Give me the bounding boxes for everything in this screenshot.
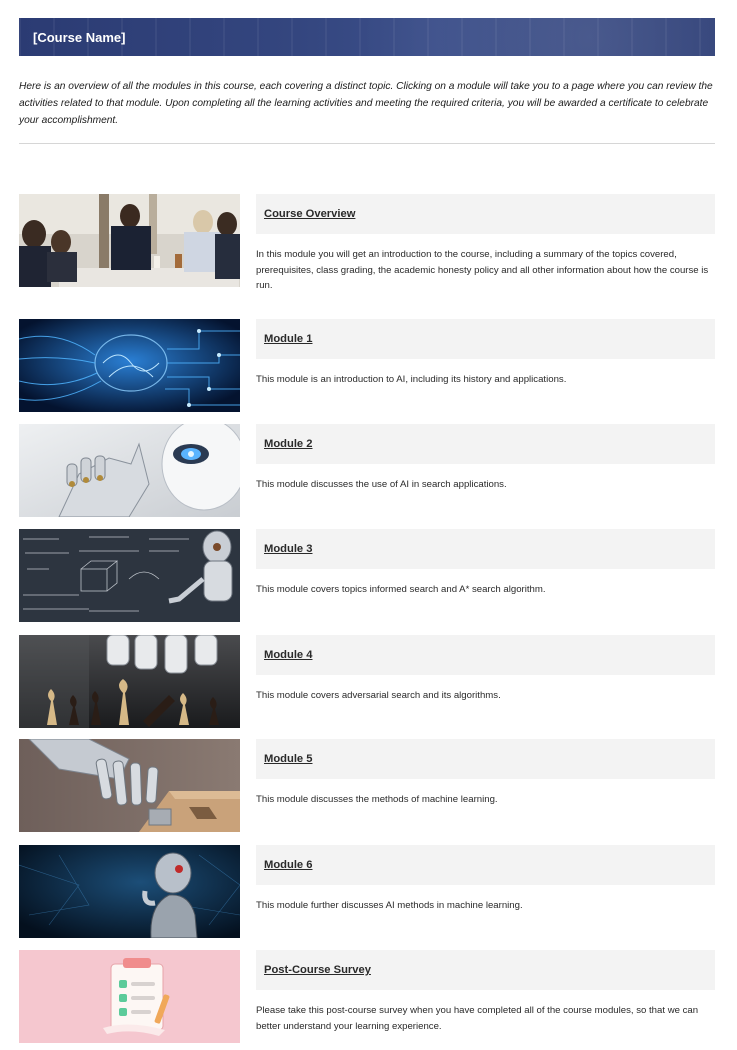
course-intro-text: Here is an overview of all the modules i… bbox=[19, 81, 713, 126]
module-4-title-box: Module 4 bbox=[256, 635, 715, 675]
module-2-title-box: Module 2 bbox=[256, 424, 715, 464]
module-1-link[interactable]: Module 1 bbox=[264, 333, 312, 345]
module-card-2: Module 2 This module discusses the use o… bbox=[19, 424, 715, 517]
module-1-description: This module is an introduction to AI, in… bbox=[256, 374, 567, 385]
module-5-description: This module discusses the methods of mac… bbox=[256, 794, 498, 805]
module-card-post-course-survey: Post-Course Survey Please take this post… bbox=[19, 950, 715, 1043]
module-6-description: This module further discusses AI methods… bbox=[256, 900, 523, 911]
module-card-3: Module 3 This module covers topics infor… bbox=[19, 529, 715, 622]
post-course-survey-title-box: Post-Course Survey bbox=[256, 950, 715, 990]
post-course-survey-link[interactable]: Post-Course Survey bbox=[264, 964, 371, 976]
module-card-5: Module 5 This module discusses the metho… bbox=[19, 739, 715, 832]
module-5-title-box: Module 5 bbox=[256, 739, 715, 779]
module-4-description: This module covers adversarial search an… bbox=[256, 690, 501, 701]
post-course-survey-image[interactable] bbox=[19, 950, 240, 1043]
module-4-image[interactable] bbox=[19, 635, 240, 728]
course-header-banner: [Course Name] bbox=[19, 18, 715, 56]
module-6-title-box: Module 6 bbox=[256, 845, 715, 885]
section-divider bbox=[19, 143, 715, 144]
module-3-title-box: Module 3 bbox=[256, 529, 715, 569]
module-3-link[interactable]: Module 3 bbox=[264, 543, 312, 555]
course-overview-title-box: Course Overview bbox=[256, 194, 715, 234]
module-1-image[interactable] bbox=[19, 319, 240, 412]
post-course-survey-description: Please take this post-course survey when… bbox=[256, 1005, 699, 1032]
module-card-course-overview: Course Overview In this module you will … bbox=[19, 194, 715, 291]
module-2-link[interactable]: Module 2 bbox=[264, 438, 312, 450]
course-overview-image[interactable] bbox=[19, 194, 240, 287]
course-overview-link[interactable]: Course Overview bbox=[264, 208, 355, 220]
course-overview-description: In this module you will get an introduct… bbox=[256, 249, 709, 291]
module-card-1: Module 1 This module is an introduction … bbox=[19, 319, 715, 412]
module-4-link[interactable]: Module 4 bbox=[264, 649, 312, 661]
module-3-description: This module covers topics informed searc… bbox=[256, 584, 546, 595]
module-2-image[interactable] bbox=[19, 424, 240, 517]
module-2-description: This module discusses the use of AI in s… bbox=[256, 479, 507, 490]
module-card-6: Module 6 This module further discusses A… bbox=[19, 845, 715, 938]
course-name-title: [Course Name] bbox=[33, 29, 126, 45]
module-6-link[interactable]: Module 6 bbox=[264, 859, 312, 871]
module-6-image[interactable] bbox=[19, 845, 240, 938]
module-5-image[interactable] bbox=[19, 739, 240, 832]
module-3-image[interactable] bbox=[19, 529, 240, 622]
module-1-title-box: Module 1 bbox=[256, 319, 715, 359]
module-card-4: Module 4 This module covers adversarial … bbox=[19, 635, 715, 728]
module-5-link[interactable]: Module 5 bbox=[264, 753, 312, 765]
